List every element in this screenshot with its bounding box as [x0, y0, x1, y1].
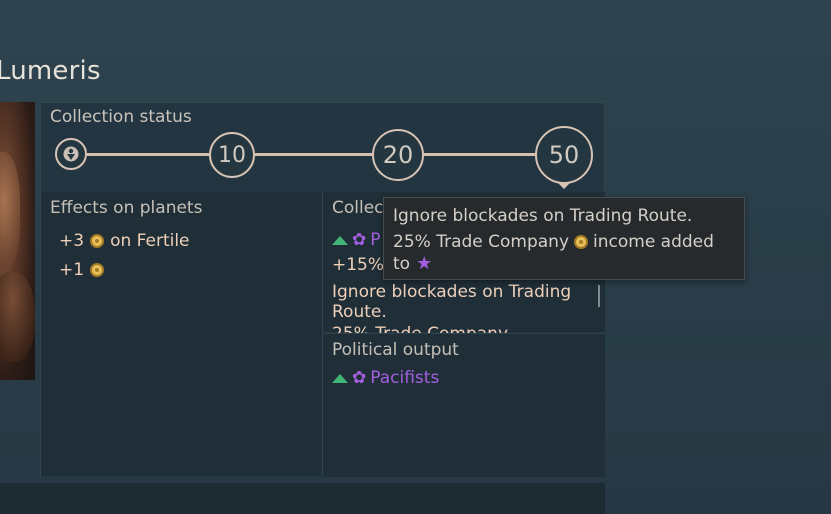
- milestone-pointer: [558, 183, 570, 189]
- collection-start-node[interactable]: [55, 138, 87, 170]
- star-icon: ★: [416, 253, 433, 274]
- pacifist-flower-icon: ✿: [352, 368, 367, 388]
- tooltip-text: 25% Trade Company: [393, 232, 570, 252]
- effect-amount: +1: [59, 260, 85, 280]
- collected-effect-text: Ignore blockades on Trading Route.: [332, 282, 572, 322]
- tooltip-line-3: to ★: [393, 253, 432, 274]
- political-heading: Political output: [332, 340, 459, 360]
- progress-track: [87, 153, 209, 156]
- collected-heading: Collec: [332, 198, 384, 218]
- bottom-bar: [0, 483, 605, 514]
- effect-amount: +3: [59, 231, 85, 251]
- collected-bonus: +15%: [332, 255, 385, 275]
- milestone-10[interactable]: 10: [209, 132, 255, 178]
- page-title: Lumeris: [0, 56, 101, 86]
- pacifist-flower-icon: ✿: [352, 230, 367, 250]
- milestone-tooltip: Ignore blockades on Trading Route. 25% T…: [383, 197, 745, 280]
- milestone-50[interactable]: 50: [535, 126, 593, 184]
- collection-status-label: Collection status: [50, 107, 192, 127]
- political-row: ✿ Pacifists: [332, 368, 439, 388]
- progress-track: [424, 153, 535, 156]
- coin-icon: [574, 235, 589, 249]
- tooltip-text: to: [393, 253, 411, 274]
- effects-heading: Effects on planets: [50, 198, 203, 218]
- effect-row: +3 on Fertile: [59, 231, 190, 251]
- tooltip-text: income added: [593, 232, 714, 252]
- coin-icon: [90, 234, 105, 248]
- progress-track: [255, 153, 372, 156]
- up-arrow-icon: [332, 373, 348, 383]
- collected-faction-label: P: [370, 230, 381, 250]
- collected-effect-text-cut: 25% Trade Company: [332, 324, 508, 333]
- tooltip-line-2: 25% Trade Company income added: [393, 232, 714, 252]
- coin-icon: [90, 263, 105, 277]
- effect-row: +1: [59, 260, 105, 280]
- population-pin-icon: [63, 146, 79, 162]
- portrait-image: [0, 102, 35, 380]
- effect-suffix: on Fertile: [110, 231, 190, 251]
- collected-faction-row: ✿ P: [332, 230, 381, 250]
- tooltip-line-1: Ignore blockades on Trading Route.: [393, 206, 693, 226]
- political-faction-label[interactable]: Pacifists: [370, 368, 439, 388]
- scrollbar[interactable]: [598, 285, 600, 307]
- milestone-20[interactable]: 20: [372, 129, 424, 181]
- up-arrow-icon: [332, 235, 348, 245]
